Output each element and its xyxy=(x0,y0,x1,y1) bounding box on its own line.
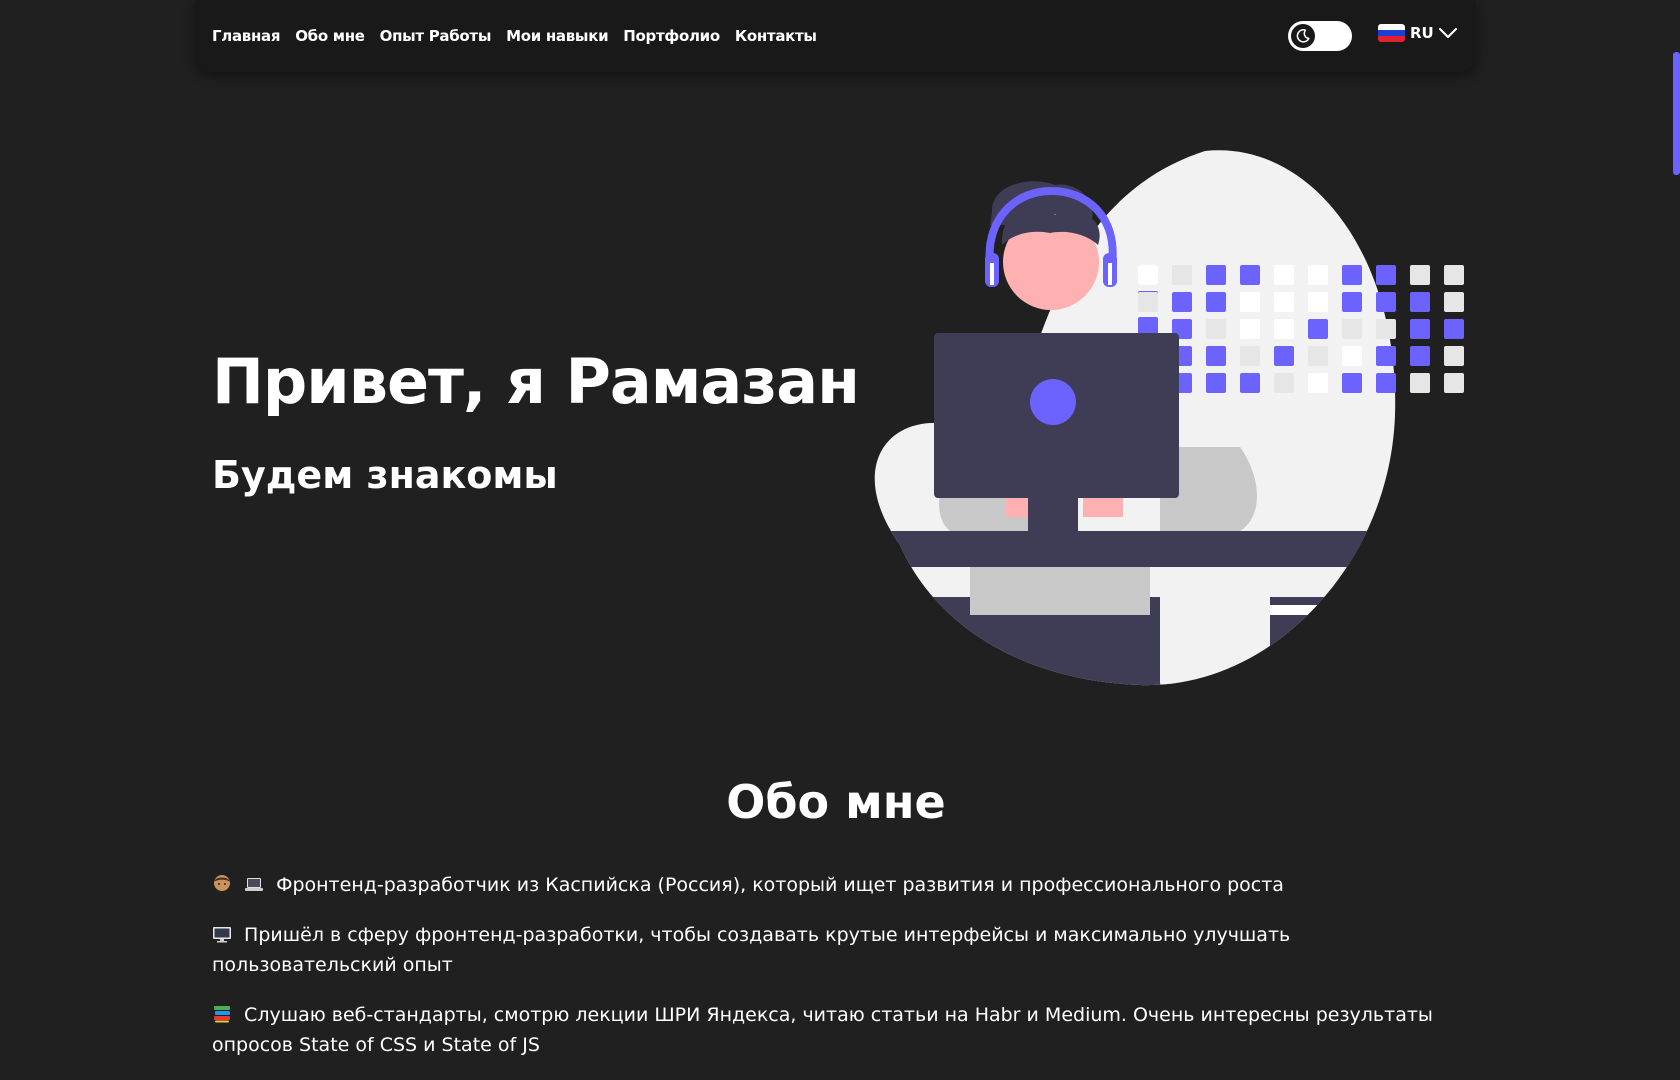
about-item: Пришёл в сферу фронтенд-разработки, чтоб… xyxy=(212,920,1472,980)
nav-link-skills[interactable]: Мои навыки xyxy=(506,27,609,45)
nav-link-portfolio[interactable]: Портфолио xyxy=(623,27,720,45)
desktop-computer-icon xyxy=(213,927,231,943)
about-item-text: Фронтенд-разработчик из Каспийска (Росси… xyxy=(276,874,1284,896)
nav-link-about[interactable]: Обо мне xyxy=(295,27,365,45)
toggle-knob xyxy=(1291,24,1315,48)
nav-links: Главная Обо мне Опыт Работы Мои навыки П… xyxy=(212,0,817,72)
about-item: Фронтенд-разработчик из Каспийска (Росси… xyxy=(212,870,1472,900)
nav-link-home[interactable]: Главная xyxy=(212,27,280,45)
about-list: Фронтенд-разработчик из Каспийска (Росси… xyxy=(212,870,1472,1080)
moon-icon xyxy=(1296,29,1310,43)
chevron-down-icon xyxy=(1438,28,1457,38)
russia-flag-icon xyxy=(1378,24,1405,42)
language-selector[interactable]: RU xyxy=(1378,24,1457,42)
language-label: RU xyxy=(1410,24,1434,42)
books-icon xyxy=(214,1006,230,1023)
developer-at-computer-illustration xyxy=(874,150,1464,686)
about-item: Слушаю веб-стандарты, смотрю лекции ШРИ … xyxy=(212,1000,1472,1060)
about-item-text: Пришёл в сферу фронтенд-разработки, чтоб… xyxy=(212,924,1291,976)
about-item-text: Слушаю веб-стандарты, смотрю лекции ШРИ … xyxy=(212,1004,1433,1056)
nav-link-contacts[interactable]: Контакты xyxy=(735,27,817,45)
top-navbar: Главная Обо мне Опыт Работы Мои навыки П… xyxy=(195,0,1476,72)
hero-title: Привет, я Рамазан xyxy=(212,345,860,418)
hero-subtitle: Будем знакомы xyxy=(212,453,558,497)
laptop-icon xyxy=(245,878,264,891)
about-section-title: Обо мне xyxy=(726,775,946,829)
nav-link-experience[interactable]: Опыт Работы xyxy=(380,27,492,45)
scrollbar-thumb[interactable] xyxy=(1673,52,1680,175)
man-technologist-icon xyxy=(214,875,230,891)
theme-toggle[interactable] xyxy=(1288,21,1352,51)
